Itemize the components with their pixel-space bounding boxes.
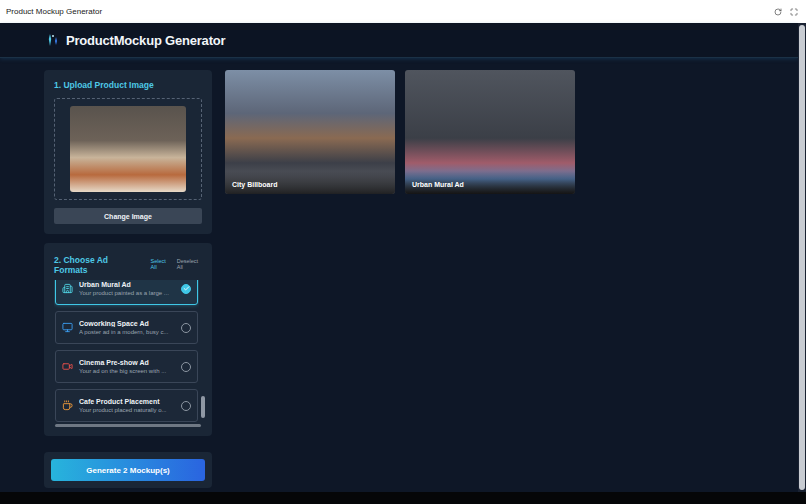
format-title: Cafe Product Placement xyxy=(79,398,175,405)
cinema-icon xyxy=(62,361,73,372)
format-radio[interactable] xyxy=(181,401,191,411)
format-title: Urban Mural Ad xyxy=(79,281,175,288)
check-icon xyxy=(183,285,190,292)
format-description: Your ad on the big screen with ... xyxy=(79,368,175,374)
title-bar: Product Mockup Generator xyxy=(0,0,806,23)
formats-list-wrap: Urban Mural Ad Your product painted as a … xyxy=(54,280,205,422)
format-description: Your product placed naturally o... xyxy=(79,407,175,413)
content: 1. Upload Product Image Change Image 2. Ch… xyxy=(0,58,798,488)
format-item[interactable]: Urban Mural Ad Your product painted as a … xyxy=(55,280,198,305)
sparkle-logo-icon xyxy=(46,33,60,47)
select-all-link[interactable]: Select All xyxy=(151,258,173,270)
format-radio[interactable] xyxy=(181,362,191,372)
coworking-icon xyxy=(62,322,73,333)
window-controls xyxy=(774,8,798,16)
mockup-card[interactable]: Urban Mural Ad xyxy=(405,70,575,194)
formats-panel: 2. Choose Ad Formats Select All Deselect A… xyxy=(44,243,212,436)
format-description: Your product painted as a large ... xyxy=(79,290,175,296)
main: ProductMockup Generator 1. Upload Product… xyxy=(0,23,798,492)
upload-title: 1. Upload Product Image xyxy=(54,80,202,90)
list-scrollbar[interactable] xyxy=(201,280,205,422)
formats-title: 2. Choose Ad Formats xyxy=(54,255,143,275)
format-item[interactable]: Coworking Space Ad A poster ad in a moder… xyxy=(55,311,198,344)
formats-list: Urban Mural Ad Your product painted as a … xyxy=(54,280,199,422)
change-image-button[interactable]: Change Image xyxy=(54,208,202,224)
product-image xyxy=(70,106,186,192)
generate-button[interactable]: Generate 2 Mockup(s) xyxy=(51,459,205,481)
mural-icon xyxy=(62,283,73,294)
fullscreen-icon[interactable] xyxy=(790,8,798,16)
window-title: Product Mockup Generator xyxy=(6,7,102,16)
list-hscrollbar[interactable] xyxy=(55,424,201,427)
page-scrollbar[interactable] xyxy=(798,23,806,492)
upload-panel: 1. Upload Product Image Change Image xyxy=(44,70,212,234)
drop-zone[interactable] xyxy=(54,98,202,200)
sidebar: 1. Upload Product Image Change Image 2. Ch… xyxy=(44,70,212,488)
mockup-label: Urban Mural Ad xyxy=(405,171,575,194)
format-radio[interactable] xyxy=(181,323,191,333)
format-title: Cinema Pre-show Ad xyxy=(79,359,175,366)
format-description: A poster ad in a modern, busy c... xyxy=(79,329,175,335)
format-title: Coworking Space Ad xyxy=(79,320,175,327)
format-radio[interactable] xyxy=(181,284,191,294)
format-item[interactable]: Cafe Product Placement Your product place… xyxy=(55,389,198,422)
app-area: ProductMockup Generator 1. Upload Product… xyxy=(0,23,806,492)
generate-panel: Generate 2 Mockup(s) xyxy=(44,452,212,488)
formats-header: 2. Choose Ad Formats Select All Deselect A… xyxy=(54,255,205,275)
results: City Billboard Urban Mural Ad xyxy=(225,70,798,488)
mockup-card[interactable]: City Billboard xyxy=(225,70,395,194)
app-window: Product Mockup Generator ProductMockup Ge… xyxy=(0,0,806,504)
reload-icon[interactable] xyxy=(774,8,782,16)
mockup-label: City Billboard xyxy=(225,171,395,194)
cafe-icon xyxy=(62,400,73,411)
format-item[interactable]: Cinema Pre-show Ad Your ad on the big scr… xyxy=(55,350,198,383)
header: ProductMockup Generator xyxy=(0,23,798,58)
bottom-strip xyxy=(0,492,806,504)
logo: ProductMockup Generator xyxy=(66,33,225,48)
deselect-all-link[interactable]: Deselect All xyxy=(177,258,205,270)
